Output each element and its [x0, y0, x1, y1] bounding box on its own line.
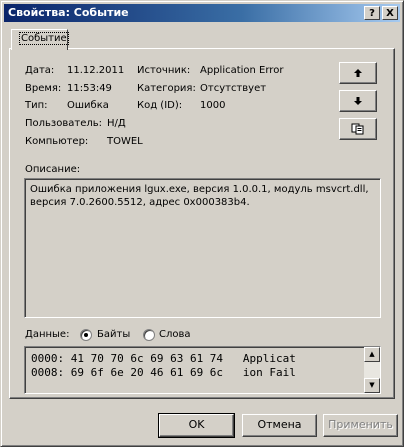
- hex-lines: 0000: 41 70 70 6c 69 63 61 74 Applicat 00…: [31, 352, 296, 380]
- data-hex-view[interactable]: 0000: 41 70 70 6c 69 63 61 74 Applicat 00…: [24, 346, 381, 394]
- data-scrollbar[interactable]: ▲ ▼: [364, 347, 380, 393]
- hex-line: 0000: 41 70 70 6c 69 63 61 74 Applicat: [31, 352, 296, 365]
- type-value: Ошибка: [67, 100, 109, 111]
- help-button[interactable]: ?: [364, 6, 380, 20]
- date-value: 11.12.2011: [67, 65, 125, 76]
- computer-label: Компьютер:: [25, 136, 89, 147]
- time-label: Время:: [25, 83, 62, 94]
- scroll-down-button[interactable]: ▼: [364, 378, 380, 393]
- cancel-button[interactable]: Отмена: [242, 414, 317, 437]
- window-title: Свойства: Событие: [8, 6, 129, 19]
- description-line: версия 7.0.2600.5512, адрес 0x000383b4.: [30, 197, 250, 208]
- category-label: Категория:: [137, 83, 196, 94]
- close-button[interactable]: X: [382, 6, 398, 20]
- user-value: Н/Д: [107, 118, 126, 129]
- type-label: Тип:: [25, 100, 48, 111]
- data-label: Данные:: [25, 329, 70, 340]
- copy-icon: [351, 123, 364, 135]
- previous-event-button[interactable]: [339, 62, 377, 84]
- title-bar: Свойства: Событие ? X: [4, 4, 400, 22]
- computer-value: TOWEL: [107, 136, 143, 147]
- date-label: Дата:: [25, 65, 55, 76]
- apply-button[interactable]: Применить: [323, 414, 398, 437]
- description-textbox[interactable]: Ошибка приложения lgux.exe, версия 1.0.0…: [24, 178, 381, 318]
- tab-event-label: Событие: [19, 32, 69, 45]
- source-label: Источник:: [137, 65, 191, 76]
- description-label: Описание:: [25, 164, 81, 175]
- bytes-option-label[interactable]: Байты: [97, 329, 130, 340]
- user-label: Пользователь:: [25, 118, 103, 129]
- description-line: Ошибка приложения lgux.exe, версия 1.0.0…: [30, 184, 369, 195]
- scroll-up-button[interactable]: ▲: [364, 347, 380, 362]
- time-value: 11:53:49: [67, 83, 112, 94]
- arrow-up-icon: [354, 69, 362, 77]
- radio-selected-dot: [84, 333, 88, 337]
- hex-line: 0008: 69 6f 6e 20 46 61 69 6c ion Fail: [31, 366, 296, 379]
- category-value: Отсутствует: [200, 83, 267, 94]
- arrow-down-icon: [354, 97, 362, 105]
- event-id-label: Код (ID):: [137, 100, 183, 111]
- source-value: Application Error: [200, 65, 284, 76]
- properties-window: Свойства: Событие ? X Событие Дата: 11.1…: [0, 0, 404, 447]
- words-radio[interactable]: [143, 329, 155, 341]
- event-id-value: 1000: [200, 100, 226, 111]
- copy-button[interactable]: [339, 118, 377, 140]
- bytes-radio[interactable]: [80, 329, 92, 341]
- words-option-label[interactable]: Слова: [159, 329, 191, 340]
- tab-event[interactable]: Событие: [11, 29, 69, 50]
- next-event-button[interactable]: [339, 90, 377, 112]
- ok-button[interactable]: OK: [158, 413, 235, 438]
